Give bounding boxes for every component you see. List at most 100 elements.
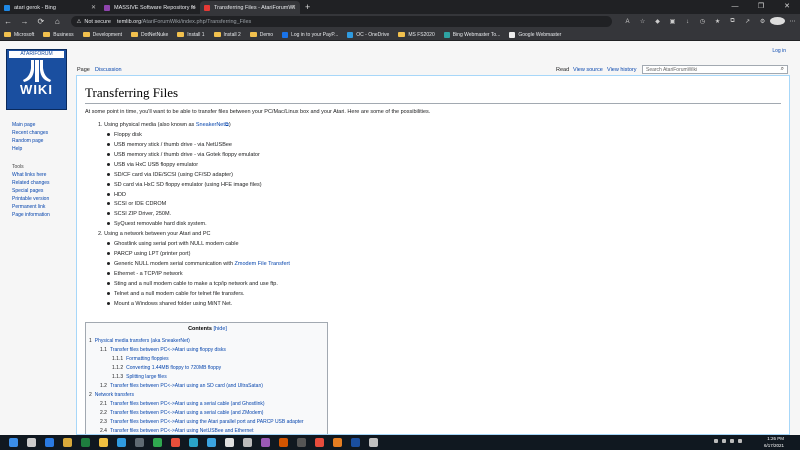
tray-icon[interactable] [738, 439, 742, 443]
favorites-icon[interactable]: ★ [710, 18, 725, 25]
start-button[interactable] [9, 438, 18, 447]
taskbar-app-icon[interactable] [99, 438, 108, 447]
favorite-folder[interactable]: Install 1 [177, 32, 205, 38]
taskbar-app-icon[interactable] [333, 438, 342, 447]
search-input[interactable]: Search AtariForumWiki ⌕ [642, 65, 788, 74]
downloads-icon[interactable]: ↓ [680, 19, 695, 25]
sidebar-item-printable-version[interactable]: Printable version [12, 195, 72, 203]
toc-entry[interactable]: 2.2 Transfer files between PC<->Atari usi… [100, 410, 263, 416]
sidebar-item-help[interactable]: Help [12, 145, 72, 153]
favorite-star-icon[interactable]: ☆ [635, 18, 650, 25]
favorite-folder[interactable]: MS FS2020 [398, 32, 435, 38]
browser-tab[interactable]: MASSIVE Software Repository fo ✕ [100, 1, 200, 14]
close-icon[interactable]: ✕ [91, 4, 96, 11]
sidebar-item-related-changes[interactable]: Related changes [12, 179, 72, 187]
taskbar-app-icon[interactable] [297, 438, 306, 447]
tab-discussion[interactable]: Discussion [95, 67, 122, 73]
favorite-folder[interactable]: Demo [249, 32, 273, 38]
toc-entry[interactable]: 1 Physical media transfers (aka SneakerNe… [89, 338, 190, 344]
favorite-folder[interactable]: DotNetNuke [131, 32, 168, 38]
sidebar-item-main-page[interactable]: Main page [12, 121, 72, 129]
tray-icon[interactable] [722, 439, 726, 443]
toc-entry[interactable]: 2.1 Transfer files between PC<->Atari usi… [100, 401, 265, 407]
new-tab-button[interactable]: + [305, 1, 310, 14]
sidebar-item-permanent-link[interactable]: Permanent link [12, 203, 72, 211]
favorite-folder[interactable]: Install 2 [213, 32, 241, 38]
refresh-button[interactable]: ⟳ [33, 17, 49, 26]
avatar[interactable] [770, 16, 786, 27]
not-secure-label[interactable]: Not secure [84, 19, 111, 25]
taskbar-app-icon[interactable] [63, 438, 72, 447]
taskbar-app-icon[interactable] [261, 438, 270, 447]
tab-view-source[interactable]: View source [573, 67, 603, 73]
toc-entry[interactable]: 1.1.3 Splitting large files [112, 374, 167, 380]
sidebar-item-what-links-here[interactable]: What links here [12, 171, 72, 179]
taskbar-app-icon[interactable] [279, 438, 288, 447]
read-aloud-icon[interactable]: A [620, 19, 635, 25]
taskbar-app-icon[interactable] [207, 438, 216, 447]
tray-icon[interactable] [730, 439, 734, 443]
taskbar-app-icon[interactable] [45, 438, 54, 447]
sidebar-item-recent-changes[interactable]: Recent changes [12, 129, 72, 137]
extensions-icon[interactable]: ◆ [650, 18, 665, 25]
favorite-link[interactable]: Log in to your PayP... [282, 31, 338, 38]
taskbar-app-icon[interactable] [117, 438, 126, 447]
minimize-button[interactable]: — [722, 0, 748, 14]
toc-entry[interactable]: 1.1.1 Formatting floppies [112, 356, 169, 362]
history-icon[interactable]: ◷ [695, 18, 710, 25]
window-close-button[interactable]: ✕ [774, 0, 800, 14]
taskbar-app-icon[interactable] [243, 438, 252, 447]
maximize-button[interactable]: ❐ [748, 0, 774, 14]
address-bar[interactable]: ⚠ Not secure temlib.org /AtariForumWiki/… [71, 16, 613, 27]
taskbar-app-icon[interactable] [27, 438, 36, 447]
toc-entry[interactable]: 2.4 Transfer files between PC<->Atari usi… [100, 428, 253, 434]
folder-icon [249, 32, 257, 37]
taskbar-clock[interactable]: 1:26 PM 6/17/2021 [764, 435, 784, 449]
share-icon[interactable]: ↗ [740, 18, 755, 25]
browser-tab-active[interactable]: Transferring Files - AtariForumWi ✕ [200, 1, 300, 14]
taskbar-app-icon[interactable] [225, 438, 234, 447]
taskbar-app-icon[interactable] [135, 438, 144, 447]
sidebar-item-special-pages[interactable]: Special pages [12, 187, 72, 195]
taskbar-app-icon[interactable] [81, 438, 90, 447]
tab-read[interactable]: Read [556, 67, 569, 73]
more-menu-icon[interactable]: ⋯ [785, 18, 800, 25]
login-link[interactable]: Log in [772, 48, 786, 54]
sneakernet-link[interactable]: SneakerNet [196, 122, 225, 128]
favorite-link[interactable]: Google Webmaster [509, 31, 561, 38]
toc-entry[interactable]: 1.1 Transfer files between PC<->Atari usi… [100, 347, 226, 353]
taskbar-app-icon[interactable] [153, 438, 162, 447]
favorite-folder[interactable]: Business [43, 32, 74, 38]
taskbar-app-icon[interactable] [171, 438, 180, 447]
close-icon[interactable]: ✕ [291, 4, 296, 11]
tray-icon[interactable] [714, 439, 718, 443]
settings-icon[interactable]: ⚙ [755, 18, 770, 25]
collections2-icon[interactable]: ⧉ [725, 18, 740, 25]
favorite-folder[interactable]: Development [82, 32, 122, 38]
atariforum-wiki-logo[interactable]: ATARIFORUM WIKI [6, 49, 67, 110]
favorite-link[interactable]: Bing Webmaster To... [443, 31, 500, 38]
close-icon[interactable]: ✕ [191, 4, 196, 11]
favorite-link[interactable]: OC - OneDrive [347, 31, 389, 38]
taskbar-app-icon[interactable] [189, 438, 198, 447]
taskbar-app-icon[interactable] [369, 438, 378, 447]
collections-icon[interactable]: ▣ [665, 18, 680, 25]
taskbar-app-icon[interactable] [315, 438, 324, 447]
sidebar-item-page-information[interactable]: Page information [12, 211, 72, 219]
toc-entry[interactable]: 2.3 Transfer files between PC<->Atari usi… [100, 419, 304, 425]
tab-view-history[interactable]: View history [607, 67, 637, 73]
favorite-folder[interactable]: Microsoft [4, 32, 34, 38]
toc-hide-link[interactable]: [hide] [213, 326, 226, 332]
taskbar-app-icon[interactable] [351, 438, 360, 447]
browser-tab[interactable]: atari gerok - Bing ✕ [0, 1, 100, 14]
toc-entry[interactable]: 1.1.2 Converting 1.44MB floppy to 720MB f… [112, 365, 221, 371]
back-button[interactable]: ← [0, 17, 16, 26]
sidebar-item-random-page[interactable]: Random page [12, 137, 72, 145]
forward-button[interactable]: → [16, 17, 32, 26]
toc-entry[interactable]: 2 Network transfers [89, 392, 134, 398]
toc-entry[interactable]: 1.2 Transfer files between PC<->Atari usi… [100, 383, 263, 389]
zmodem-link[interactable]: Zmodem File Transfert [235, 261, 290, 267]
tab-page[interactable]: Page [77, 67, 90, 73]
search-icon[interactable]: ⌕ [781, 66, 784, 73]
home-button[interactable]: ⌂ [49, 17, 65, 26]
